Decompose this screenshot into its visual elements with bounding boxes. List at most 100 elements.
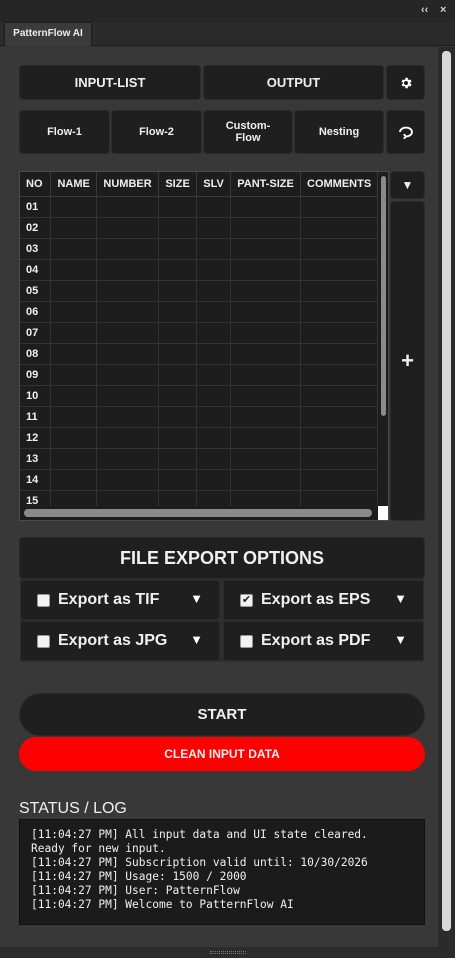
table-cell[interactable] <box>158 322 198 344</box>
resize-grip-icon[interactable] <box>210 951 246 954</box>
table-cell[interactable] <box>96 301 160 323</box>
table-row[interactable]: 01 <box>20 196 378 218</box>
table-cell[interactable] <box>230 259 302 281</box>
table-cell[interactable] <box>96 259 160 281</box>
table-row[interactable]: 04 <box>20 259 378 281</box>
table-cell[interactable] <box>230 406 302 428</box>
export-tif-option[interactable]: Export as TIF ▼ <box>20 580 220 620</box>
table-cell[interactable] <box>230 343 302 365</box>
table-row[interactable]: 12 <box>20 427 378 449</box>
table-cell[interactable] <box>96 322 160 344</box>
table-cell[interactable] <box>300 217 378 239</box>
table-cell[interactable] <box>158 364 198 386</box>
table-cell[interactable] <box>50 280 98 302</box>
table-cell[interactable] <box>158 259 198 281</box>
table-cell[interactable] <box>196 406 232 428</box>
table-cell[interactable] <box>196 322 232 344</box>
table-row[interactable]: 07 <box>20 322 378 344</box>
table-cell[interactable] <box>196 196 232 218</box>
table-cell[interactable] <box>158 301 198 323</box>
table-cell[interactable] <box>158 385 198 407</box>
table-cell[interactable] <box>196 427 232 449</box>
chevron-down-icon[interactable]: ▼ <box>190 591 203 606</box>
table-cell[interactable] <box>158 448 198 470</box>
add-row-button[interactable]: + <box>390 201 425 521</box>
table-cell[interactable] <box>158 343 198 365</box>
table-dropdown-button[interactable]: ▼ <box>390 171 425 199</box>
table-cell[interactable] <box>96 280 160 302</box>
table-cell[interactable] <box>196 364 232 386</box>
table-cell[interactable] <box>300 259 378 281</box>
table-cell[interactable] <box>96 343 160 365</box>
table-cell[interactable] <box>230 427 302 449</box>
table-row[interactable]: 13 <box>20 448 378 470</box>
table-cell[interactable] <box>300 448 378 470</box>
table-cell[interactable] <box>50 427 98 449</box>
table-cell[interactable] <box>196 280 232 302</box>
table-cell[interactable] <box>300 238 378 260</box>
settings-button[interactable] <box>386 65 425 100</box>
table-cell[interactable] <box>96 469 160 491</box>
table-cell[interactable] <box>230 301 302 323</box>
table-cell[interactable] <box>300 301 378 323</box>
table-cell[interactable] <box>230 385 302 407</box>
tab-patternflow-ai[interactable]: PatternFlow AI <box>4 22 92 46</box>
nesting-button[interactable]: Nesting <box>294 110 384 154</box>
table-cell[interactable] <box>50 448 98 470</box>
start-button[interactable]: START <box>19 693 425 736</box>
table-cell[interactable] <box>300 364 378 386</box>
table-cell[interactable] <box>300 406 378 428</box>
table-cell[interactable] <box>300 343 378 365</box>
table-cell[interactable] <box>96 385 160 407</box>
table-cell[interactable] <box>50 406 98 428</box>
table-cell[interactable] <box>50 385 98 407</box>
table-cell[interactable] <box>96 448 160 470</box>
table-vscroll-thumb[interactable] <box>381 176 386 416</box>
table-cell[interactable] <box>50 364 98 386</box>
table-cell[interactable] <box>196 301 232 323</box>
table-cell[interactable] <box>158 469 198 491</box>
export-eps-checkbox[interactable]: ✔ <box>240 593 253 607</box>
input-list-button[interactable]: INPUT-LIST <box>19 65 201 100</box>
table-cell[interactable] <box>300 469 378 491</box>
export-tif-checkbox[interactable] <box>37 593 50 607</box>
table-row[interactable]: 11 <box>20 406 378 428</box>
table-cell[interactable] <box>196 469 232 491</box>
table-cell[interactable] <box>96 238 160 260</box>
chevron-down-icon[interactable]: ▼ <box>190 632 203 647</box>
table-horizontal-scrollbar[interactable] <box>20 506 378 520</box>
table-cell[interactable] <box>158 406 198 428</box>
output-button[interactable]: OUTPUT <box>203 65 384 100</box>
table-cell[interactable] <box>196 385 232 407</box>
table-cell[interactable] <box>158 196 198 218</box>
custom-flow-button[interactable]: Custom- Flow <box>203 110 293 154</box>
table-row[interactable]: 08 <box>20 343 378 365</box>
table-vertical-scrollbar[interactable] <box>378 172 388 510</box>
export-jpg-option[interactable]: Export as JPG ▼ <box>20 621 220 661</box>
export-pdf-option[interactable]: Export as PDF ▼ <box>223 621 424 661</box>
table-cell[interactable] <box>50 301 98 323</box>
table-cell[interactable] <box>196 259 232 281</box>
table-cell[interactable] <box>96 427 160 449</box>
table-cell[interactable] <box>50 217 98 239</box>
table-row[interactable]: 09 <box>20 364 378 386</box>
table-cell[interactable] <box>50 322 98 344</box>
table-cell[interactable] <box>230 364 302 386</box>
table-row[interactable]: 14 <box>20 469 378 491</box>
table-cell[interactable] <box>50 259 98 281</box>
panel-scrollbar-thumb[interactable] <box>442 51 451 931</box>
table-cell[interactable] <box>300 385 378 407</box>
table-cell[interactable] <box>196 448 232 470</box>
close-icon[interactable]: × <box>440 4 446 16</box>
clean-input-data-button[interactable]: CLEAN INPUT DATA <box>19 737 425 771</box>
table-cell[interactable] <box>158 280 198 302</box>
table-row[interactable]: 10 <box>20 385 378 407</box>
table-cell[interactable] <box>230 196 302 218</box>
table-cell[interactable] <box>300 196 378 218</box>
table-cell[interactable] <box>300 427 378 449</box>
export-jpg-checkbox[interactable] <box>37 634 50 648</box>
panel-scrollbar[interactable] <box>438 47 455 947</box>
table-cell[interactable] <box>300 322 378 344</box>
table-cell[interactable] <box>158 427 198 449</box>
table-cell[interactable] <box>230 469 302 491</box>
